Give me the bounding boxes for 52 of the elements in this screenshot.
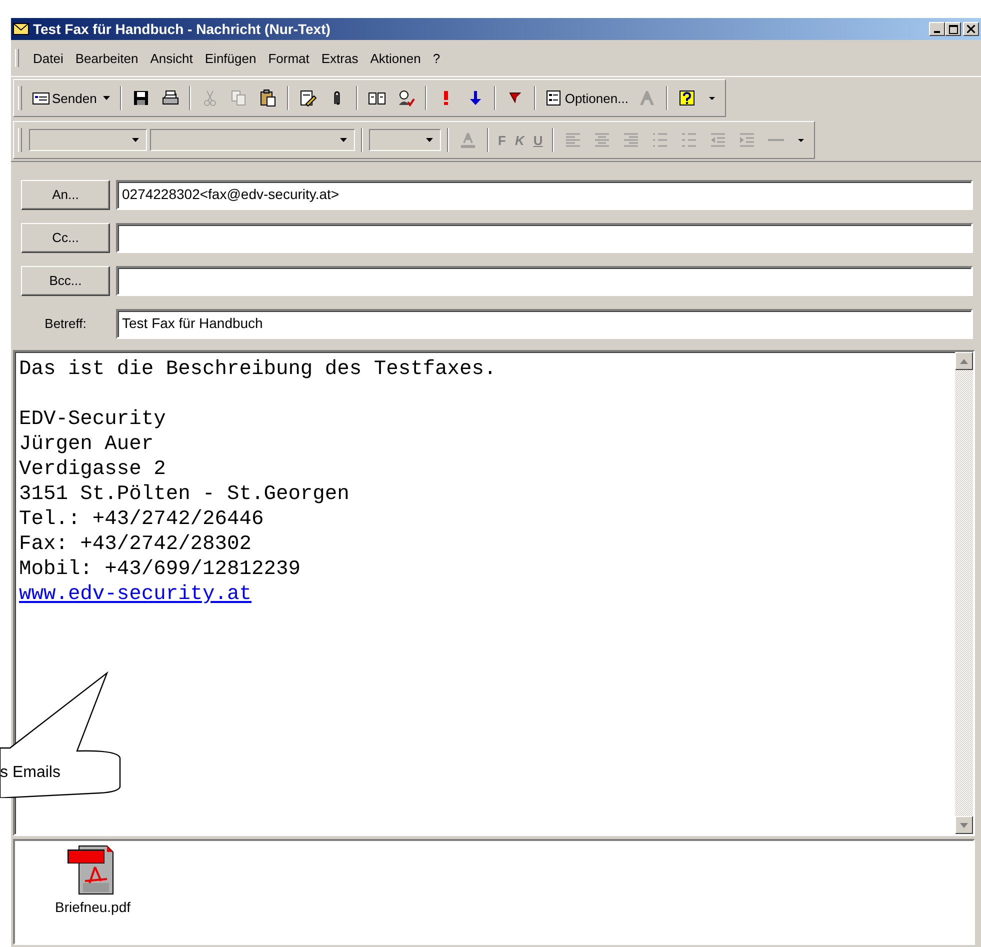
menu-item[interactable]: Extras [315, 48, 364, 68]
body-text-line: Das ist die Beschreibung des Testfaxes. [19, 357, 496, 382]
body-text-line: Verdigasse 2 [19, 457, 166, 482]
caret-icon [426, 138, 434, 142]
caret-icon [340, 138, 348, 142]
callout-text: s Emails [0, 764, 60, 782]
body-text-line: Tel.: +43/2742/26446 [19, 507, 264, 532]
recipient-field[interactable] [116, 266, 973, 296]
menu-item[interactable]: ? [426, 48, 446, 68]
scroll-up-button[interactable] [955, 352, 973, 370]
options-button[interactable]: Optionen... [542, 87, 632, 109]
subject-field[interactable]: Test Fax für Handbuch [116, 308, 973, 338]
body-text-line: Jürgen Auer [19, 432, 154, 457]
minimize-button[interactable] [929, 22, 945, 36]
body-text-line: 3151 St.Pölten - St.Georgen [19, 482, 350, 507]
save-icon[interactable] [132, 89, 150, 107]
scroll-down-button[interactable] [955, 816, 973, 834]
menu-item[interactable]: Format [262, 48, 316, 68]
recipient-button[interactable]: An... [21, 180, 110, 210]
close-icon [967, 25, 975, 33]
recipient-field[interactable] [116, 222, 973, 252]
recipient-button[interactable]: Cc... [21, 222, 110, 252]
body-text-line: EDV-Security [19, 407, 166, 432]
down-arrow-icon [960, 822, 968, 828]
body-text-line: Fax: +43/2742/28302 [19, 532, 252, 557]
edit-document-icon[interactable] [298, 89, 317, 107]
close-button[interactable] [963, 22, 979, 36]
envelope-icon [13, 23, 29, 35]
person-check-icon[interactable] [396, 89, 415, 107]
attachment-name[interactable]: Briefneu.pdf [55, 899, 130, 915]
body-text-line: Mobil: +43/699/12812239 [19, 557, 300, 582]
print-icon[interactable] [160, 89, 179, 107]
menu-item[interactable]: Datei [27, 48, 70, 68]
scrollbar[interactable] [955, 352, 973, 834]
options-icon [544, 89, 563, 107]
paste-icon[interactable] [258, 89, 277, 107]
send-button[interactable]: Senden [29, 87, 114, 109]
field-label: Betreff: [44, 316, 88, 331]
caret-icon [102, 96, 111, 100]
window-title: Test Fax für Handbuch - Nachricht (Nur-Text) [33, 21, 332, 37]
caret-icon [132, 138, 140, 142]
up-arrow-icon [960, 358, 968, 364]
maximize-button[interactable] [945, 22, 961, 36]
menu-item[interactable]: Ansicht [144, 48, 199, 68]
maximize-icon [948, 24, 958, 34]
recipient-field[interactable]: 0274228302<fax@edv-security.at> [116, 180, 973, 210]
menu-item[interactable]: Einfügen [198, 48, 262, 68]
menu-item[interactable]: Bearbeiten [69, 48, 144, 68]
recipient-button[interactable]: Bcc... [21, 266, 110, 296]
help-icon[interactable] [678, 89, 696, 107]
website-link[interactable]: www.edv-security.at [19, 582, 252, 607]
menu-item[interactable]: Aktionen [364, 48, 427, 68]
